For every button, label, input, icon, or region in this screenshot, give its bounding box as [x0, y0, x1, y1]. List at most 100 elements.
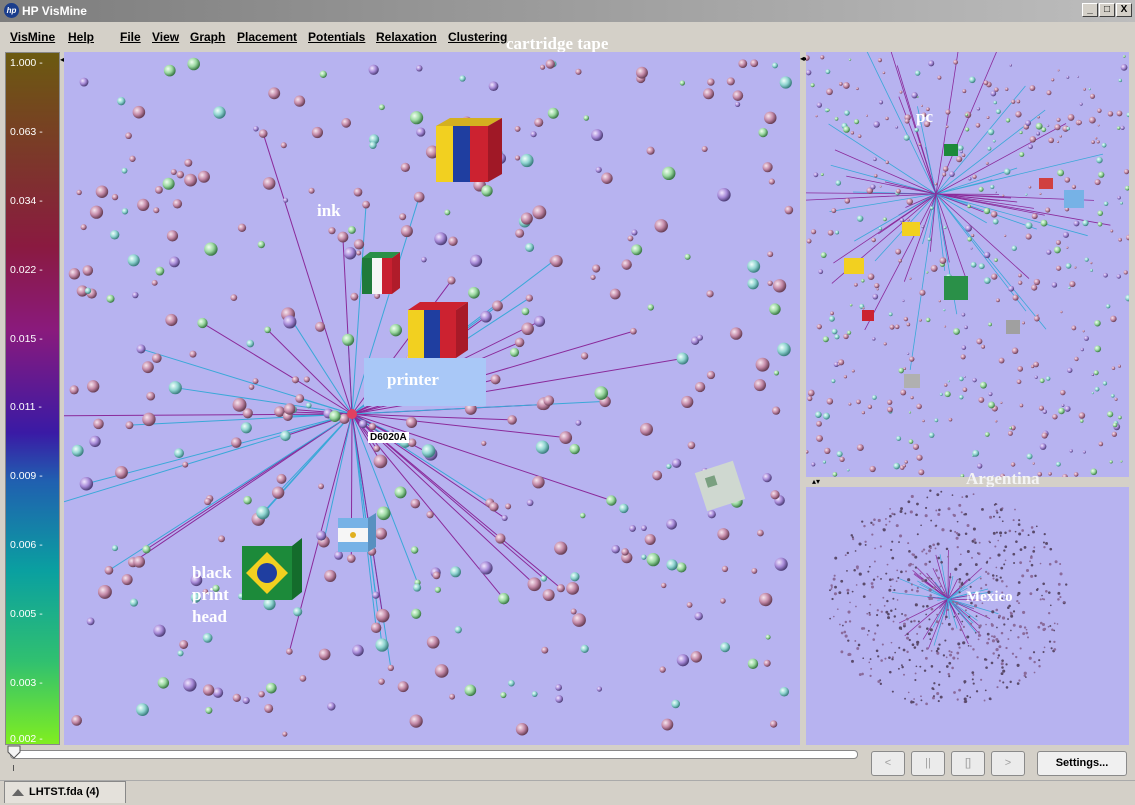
graph-node: [868, 565, 871, 568]
graph-node: [958, 585, 962, 589]
graph-node: [916, 586, 919, 589]
graph-node: [509, 347, 520, 357]
graph-node: [1114, 397, 1118, 401]
graph-node: [1111, 431, 1117, 437]
graph-node: [996, 656, 1000, 659]
graph-node: [1041, 598, 1044, 600]
graph-node: [856, 444, 864, 452]
graph-node: [136, 344, 146, 354]
overview-pc-view[interactable]: pc: [806, 52, 1129, 477]
graph-node: [1022, 632, 1026, 636]
graph-node: [252, 378, 259, 385]
graph-node: [1048, 591, 1051, 594]
graph-node: [935, 649, 939, 653]
play-button[interactable]: >: [991, 751, 1025, 776]
graph-node: [880, 577, 882, 580]
graph-node: [949, 529, 952, 533]
time-slider-track[interactable]: [10, 750, 858, 759]
graph-node: [928, 576, 931, 579]
graph-node: [956, 698, 959, 701]
graph-node: [69, 385, 79, 395]
main-graph-view[interactable]: printer D6020A ink black print head: [64, 52, 800, 745]
graph-node: [879, 682, 883, 686]
label-mexico: Mexico: [966, 589, 1013, 605]
graph-node: [955, 532, 959, 535]
graph-node: [1098, 171, 1105, 178]
cube-argentina[interactable]: [338, 513, 376, 552]
graph-node: [1016, 594, 1019, 597]
overview-pc-canvas[interactable]: [806, 52, 1129, 477]
graph-node: [1066, 126, 1070, 131]
graph-node: [400, 162, 410, 173]
cube-mexico[interactable]: [362, 252, 400, 294]
graph-node: [985, 623, 987, 626]
graph-node: [895, 248, 902, 255]
graph-node: [276, 473, 287, 484]
menu-potentials[interactable]: Potentials: [308, 30, 365, 44]
graph-node: [189, 350, 197, 358]
graph-node: [106, 294, 115, 303]
menu-help[interactable]: Help: [68, 30, 94, 44]
menu-placement[interactable]: Placement: [237, 30, 297, 44]
graph-node: [1091, 391, 1094, 395]
graph-node: [137, 198, 150, 211]
graph-node: [944, 325, 947, 328]
selected-node-tag[interactable]: D6020A: [368, 432, 409, 443]
graph-node: [1021, 574, 1025, 578]
graph-node: [1048, 137, 1055, 144]
graph-node: [421, 256, 427, 263]
menu-clustering[interactable]: Clustering: [448, 30, 507, 44]
time-slider-thumb[interactable]: [7, 745, 21, 759]
overview-mexico-view[interactable]: Mexico: [806, 487, 1129, 745]
graph-node: [151, 279, 158, 286]
cube-venezuela-center[interactable]: [408, 302, 468, 358]
graph-node: [862, 595, 866, 598]
graph-node: [986, 116, 990, 120]
overview-mexico-canvas[interactable]: [806, 487, 1129, 745]
graph-node: [1041, 594, 1043, 597]
graph-node: [885, 116, 889, 121]
graph-node: [862, 627, 866, 630]
stop-button[interactable]: []: [951, 751, 985, 776]
graph-node: [871, 237, 876, 243]
graph-node: [640, 525, 647, 531]
graph-node: [984, 689, 987, 692]
settings-button[interactable]: Settings...: [1037, 751, 1127, 776]
graph-node: [1028, 144, 1033, 150]
graph-node: [162, 177, 175, 190]
graph-node: [984, 614, 988, 618]
graph-node: [1069, 449, 1073, 453]
cube-brazil[interactable]: [242, 538, 302, 600]
graph-node: [844, 110, 850, 116]
graph-node: [944, 639, 947, 642]
graph-node: [999, 508, 1003, 512]
graph-node: [111, 193, 119, 201]
graph-node: [631, 244, 643, 256]
cube-colombia-top[interactable]: [436, 118, 502, 182]
maximize-button[interactable]: □: [1099, 3, 1115, 17]
graph-node: [848, 653, 852, 656]
graph-node: [916, 643, 919, 646]
menu-graph[interactable]: Graph: [190, 30, 225, 44]
graph-node: [1042, 541, 1045, 544]
graph-node: [521, 307, 530, 316]
menu-view[interactable]: View: [152, 30, 179, 44]
graph-edge: [351, 413, 612, 501]
graph-node: [151, 353, 162, 364]
graph-node: [891, 690, 894, 693]
file-tab[interactable]: LHTST.fda (4): [4, 781, 126, 803]
graph-node: [897, 576, 900, 579]
menu-file[interactable]: File: [120, 30, 141, 44]
graph-node: [894, 608, 897, 610]
step-back-button[interactable]: <: [871, 751, 905, 776]
graph-node: [1090, 268, 1093, 272]
menu-vismine[interactable]: VisMine: [10, 30, 55, 44]
graph-node: [1042, 582, 1045, 586]
graph-node: [327, 702, 336, 711]
graph-node: [995, 578, 999, 582]
splitter-arrow-icon[interactable]: ▴▾: [812, 477, 820, 486]
menu-relaxation[interactable]: Relaxation: [376, 30, 437, 44]
pause-button[interactable]: ||: [911, 751, 945, 776]
close-button[interactable]: X: [1116, 3, 1132, 17]
minimize-button[interactable]: _: [1082, 3, 1098, 17]
